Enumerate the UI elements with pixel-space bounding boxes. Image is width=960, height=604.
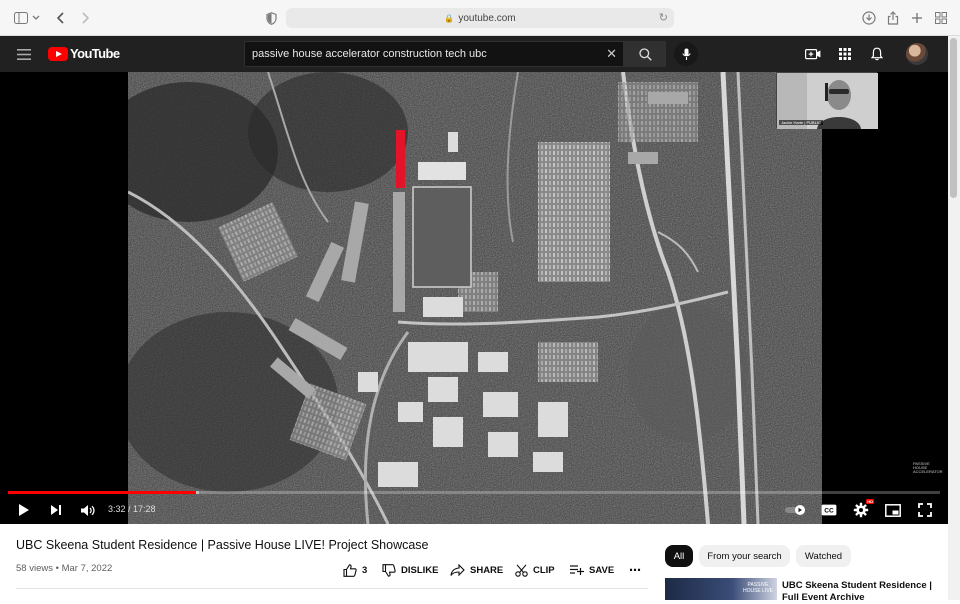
url-text: youtube.com	[458, 12, 516, 24]
save-label: SAVE	[589, 564, 615, 576]
hamburger-icon[interactable]	[15, 45, 33, 63]
recommendation-thumbnail[interactable]: PASSIVE HOUSE LIVE	[665, 578, 777, 600]
miniplayer-button[interactable]	[882, 500, 904, 520]
thumbs-up-icon	[343, 563, 357, 577]
tab-overview-icon[interactable]	[932, 9, 950, 27]
play-icon	[19, 504, 29, 516]
share-button[interactable]: SHARE	[450, 561, 503, 579]
dislike-button[interactable]: DISLIKE	[382, 561, 438, 579]
cc-icon: CC	[821, 504, 837, 516]
play-button[interactable]	[13, 500, 35, 520]
chip-all[interactable]: All	[665, 545, 693, 567]
player-controls: 3:32 / 17:28 CC HD	[0, 496, 948, 524]
fullscreen-button[interactable]	[914, 500, 936, 520]
video-player[interactable]: Jackie Harte | PUBLIC PASSIVE HOUSE ACCE…	[0, 72, 948, 524]
shield-icon[interactable]	[262, 9, 280, 27]
next-button[interactable]	[45, 500, 67, 520]
video-meta: 58 views • Mar 7, 2022	[16, 563, 113, 574]
download-icon[interactable]	[860, 9, 878, 27]
channel-watermark: PASSIVE HOUSE ACCELERATOR	[913, 461, 943, 474]
lock-icon: 🔒	[444, 13, 455, 23]
share-icon[interactable]	[884, 9, 902, 27]
chip-from-your-search[interactable]: From your search	[699, 545, 790, 567]
settings-button[interactable]: HD	[850, 499, 874, 520]
next-icon	[51, 505, 61, 515]
divider	[16, 588, 648, 589]
progress-played	[8, 491, 197, 494]
chip-watched[interactable]: Watched	[796, 545, 851, 567]
search-icon	[638, 47, 652, 61]
back-icon[interactable]	[52, 9, 70, 27]
presenter-webcam: Jackie Harte | PUBLIC	[776, 72, 878, 129]
voice-search-button[interactable]	[674, 42, 698, 66]
chip-label: From your search	[707, 550, 782, 562]
mic-icon	[681, 48, 691, 60]
apps-icon[interactable]	[836, 45, 854, 63]
more-icon: ⋯	[629, 563, 641, 577]
progress-bar[interactable]	[8, 491, 940, 494]
svg-text:CC: CC	[824, 508, 834, 515]
share-arrow-icon	[450, 564, 465, 576]
clip-label: CLIP	[533, 564, 555, 576]
like-button[interactable]: 3	[343, 561, 367, 579]
more-actions-button[interactable]: ⋯	[629, 561, 641, 579]
clear-icon[interactable]: ✕	[606, 46, 617, 62]
bell-icon[interactable]	[868, 45, 886, 63]
thumbnail-text: PASSIVE HOUSE LIVE	[742, 582, 773, 594]
fullscreen-icon	[918, 503, 932, 517]
autoplay-toggle[interactable]	[782, 500, 810, 520]
reload-icon[interactable]: ↻	[659, 11, 668, 24]
playlist-add-icon	[570, 565, 584, 575]
search-query: passive house accelerator construction t…	[252, 48, 487, 60]
scrollbar-thumb[interactable]	[950, 38, 957, 198]
logo-text: YouTube	[70, 46, 120, 61]
hd-badge: HD	[866, 499, 874, 504]
save-button[interactable]: SAVE	[570, 561, 614, 579]
miniplayer-icon	[885, 503, 901, 517]
chevron-down-icon[interactable]	[30, 9, 42, 27]
settings-icon	[853, 502, 869, 518]
chip-label: Watched	[804, 550, 843, 562]
recommendation-title[interactable]: UBC Skeena Student Residence | Full Even…	[782, 580, 932, 604]
video-title: UBC Skeena Student Residence | Passive H…	[16, 538, 429, 552]
chip-label: All	[673, 550, 685, 562]
like-count: 3	[362, 564, 368, 576]
youtube-header: YouTube passive house accelerator constr…	[0, 36, 948, 72]
dislike-label: DISLIKE	[401, 564, 439, 576]
address-bar[interactable]: 🔒 youtube.com ↻	[286, 8, 674, 28]
aerial-campus-image	[128, 72, 822, 524]
new-tab-icon[interactable]	[908, 9, 926, 27]
volume-button[interactable]	[76, 500, 98, 520]
search-input[interactable]: passive house accelerator construction t…	[244, 41, 624, 67]
youtube-logo-icon	[48, 46, 68, 61]
webcam-label: Jackie Harte | PUBLIC	[779, 120, 823, 125]
volume-icon	[80, 504, 95, 516]
sidebar-icon[interactable]	[12, 9, 30, 27]
clip-button[interactable]: CLIP	[515, 561, 555, 579]
cc-button[interactable]: CC	[818, 500, 840, 520]
youtube-logo[interactable]: YouTube	[48, 46, 120, 61]
time-display: 3:32 / 17:28	[108, 504, 156, 514]
thumbs-down-icon	[382, 563, 396, 577]
page-scrollbar[interactable]	[948, 36, 960, 600]
browser-toolbar: 🔒 youtube.com ↻	[0, 0, 960, 36]
forward-icon[interactable]	[76, 9, 94, 27]
scissors-icon	[515, 563, 528, 577]
avatar[interactable]	[906, 43, 928, 65]
share-label: SHARE	[470, 564, 504, 576]
search-button[interactable]	[624, 41, 666, 67]
create-icon[interactable]	[804, 45, 822, 63]
